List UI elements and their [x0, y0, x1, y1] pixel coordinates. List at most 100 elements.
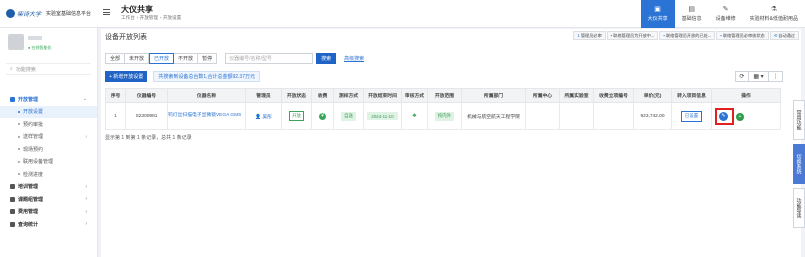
col-header: 开放结束时间: [363, 88, 402, 103]
cell-status: 开放: [281, 102, 312, 130]
add-circle-icon[interactable]: +: [736, 113, 744, 121]
col-header: 测样方式: [333, 88, 364, 103]
pagination-info: 显示第 1 到第 1 条记录，总共 1 条记录: [105, 135, 192, 141]
method-badge: 自送: [341, 111, 356, 121]
filter-all[interactable]: 全部: [105, 53, 126, 64]
university-logo[interactable]: 柴诗大学 实验室基础信息平台: [6, 6, 96, 20]
avatar[interactable]: [8, 34, 24, 50]
sidebar-item-sample-management[interactable]: 送样管理 ›: [0, 131, 97, 144]
tab-function-guide[interactable]: 功能导读: [793, 188, 805, 228]
sidebar-item-linked-equipment[interactable]: 联用设备管理: [0, 156, 97, 169]
nav-instrument-sharing[interactable]: ▣ 大仪共享: [640, 0, 675, 28]
open-management-icon: [10, 96, 15, 102]
sidebar-item-open-management[interactable]: 开放管理 ⌄: [0, 93, 97, 106]
transfer-set-button[interactable]: 已设置: [680, 110, 703, 122]
col-header[interactable]: 单价(元): [633, 88, 672, 103]
notice-prefix: ▪: [610, 33, 613, 38]
wrench-icon: ✎: [722, 6, 729, 13]
breadcrumb-item[interactable]: 工作台: [121, 15, 135, 20]
summary-badge: 共搜索到设备总台数1,合计总金额92.37万元: [153, 71, 260, 82]
cell-lab: [559, 102, 594, 130]
cell-scope: 校内外: [427, 102, 462, 130]
sidebar-item-label: 开放设置: [23, 109, 44, 116]
add-open-setting-button[interactable]: + 新增开放设置: [105, 71, 148, 82]
sidebar-item-label: 检测进度: [23, 171, 44, 178]
notice-item[interactable]: ▪ 联络管理员为开放中...: [606, 31, 659, 40]
menu-toggle-icon[interactable]: [103, 9, 110, 15]
cell-center: [525, 102, 560, 130]
cell-code: S2300981: [125, 102, 168, 130]
user-name-redacted: [28, 36, 42, 40]
cell-fee-no: [593, 102, 634, 130]
filter-not-open[interactable]: 未开放: [125, 53, 150, 64]
table-tools: ⟳ ▦ ▾ ⋮: [735, 71, 783, 82]
advanced-search-link[interactable]: 高级搜索: [344, 55, 364, 62]
sidebar-item-fee-management[interactable]: 费用管理 ›: [0, 206, 97, 219]
function-search-input[interactable]: ⌕ 功能搜索: [6, 63, 91, 75]
flask-icon: ⚗: [770, 6, 777, 13]
table-row: 1 S2300981 钨灯丝扫描电子显微镜VEGA GMS 👤 吴彤 开放 ¥ …: [105, 102, 781, 130]
edit-icon[interactable]: ✎: [719, 112, 728, 121]
columns-toggle-icon[interactable]: ▦ ▾: [749, 71, 769, 82]
col-header: 开放范围: [427, 88, 462, 103]
refresh-icon[interactable]: ⟳: [735, 71, 749, 82]
sidebar-item-label: 送样管理: [23, 134, 44, 141]
col-header: 序号: [105, 88, 126, 103]
filter-opened[interactable]: 已开放: [149, 53, 175, 64]
more-options-icon[interactable]: ⋮: [769, 71, 783, 82]
tab-common-functions[interactable]: 常用功能: [793, 100, 805, 140]
notice-item[interactable]: ▪ 联络管理员开放的已处...: [659, 31, 716, 40]
equipment-name-link[interactable]: 钨灯丝扫描电子显微镜VEGA GMS: [167, 102, 246, 130]
sidebar-item-open-settings[interactable]: 开放设置: [0, 105, 97, 118]
sidebar-item-test-progress[interactable]: 检测进度: [0, 168, 97, 181]
col-header: 操作: [711, 88, 781, 103]
notice-prefix: ▪: [663, 33, 665, 38]
notice-text: 自动通过: [778, 32, 795, 38]
panel-title: 设备开放列表: [105, 34, 147, 41]
col-header: 收费: [311, 88, 334, 103]
cell-dept: 机械与航空航天工程学院: [461, 102, 526, 130]
notice-item[interactable]: ▪ 联络管理员必审核状态: [716, 31, 769, 40]
notice-text: 联络管理员为开放中...: [613, 32, 655, 38]
search-button[interactable]: 搜索: [316, 53, 337, 64]
cell-end-time: 2024-11-10: [363, 102, 402, 130]
equipment-table: 序号 仪器编号 仪器名称 管理员 开放状态 收费 测样方式 开放结束时间 审核方…: [105, 88, 781, 130]
notice-bar: 1 管理员必审 ▪ 联络管理员为开放中... ▪ 联络管理员开放的已处... ▪ 联络管…: [573, 31, 799, 40]
emblem-icon: [6, 8, 15, 18]
nav-label: 大仪共享: [647, 16, 668, 22]
document-icon: ▤: [688, 6, 695, 13]
filter-closed[interactable]: 不开放: [174, 53, 199, 64]
sidebar-item-research-group[interactable]: 课题组管理 ›: [0, 193, 97, 206]
sidebar-item-label: 预约审批: [23, 121, 44, 128]
sidebar-item-statistics[interactable]: 查询统计 ›: [0, 218, 97, 231]
notice-prefix: 1: [577, 33, 580, 38]
admin-link[interactable]: 👤 吴彤: [245, 102, 282, 130]
col-header: 开放状态: [281, 88, 312, 103]
sidebar-item-label: 培训管理: [18, 184, 39, 191]
col-header: 收费立项编号: [593, 88, 634, 103]
search-input[interactable]: 仪器编号/名称/型号: [225, 53, 314, 64]
sidebar-item-onsite-booking[interactable]: 现场预约: [0, 143, 97, 156]
col-header: 所属中心: [525, 88, 560, 103]
search-icon: ⌕: [10, 66, 13, 72]
filter-paused[interactable]: 暂停: [198, 53, 218, 64]
sidebar: ● 在线智能化 ⌕ 功能搜索 开放管理 ⌄ 开放设置 预约审批 送样管理 › 现…: [0, 28, 98, 257]
fee-icon: [10, 209, 15, 215]
tab-switch-system[interactable]: 切换系统: [793, 144, 805, 184]
research-group-icon: [10, 196, 15, 202]
breadcrumb: 工作台 › 开放管理 › 开放设置: [121, 15, 182, 20]
scope-badge: 校内外: [434, 111, 455, 121]
col-header: 所属实验室: [559, 88, 594, 103]
col-header: 仪器名称: [167, 88, 246, 103]
col-header[interactable]: 仪器编号: [125, 88, 168, 103]
sidebar-item-label: 查询统计: [18, 221, 39, 228]
sidebar-item-booking-approval[interactable]: 预约审批: [0, 118, 97, 131]
chevron-right-icon: ›: [85, 133, 87, 140]
breadcrumb-item[interactable]: 开放管理: [140, 15, 158, 20]
nav-equipment-repair[interactable]: ✎ 设备维修: [709, 0, 743, 28]
notice-item[interactable]: 1 管理员必审: [573, 31, 606, 40]
nav-materials[interactable]: ⚗ 实验材料&低值耐用品: [743, 0, 805, 28]
sidebar-item-training[interactable]: 培训管理 ›: [0, 181, 97, 194]
nav-basic-info[interactable]: ▤ 基础信息: [675, 0, 709, 28]
notice-item[interactable]: ⟲ 自动通过: [769, 31, 799, 40]
